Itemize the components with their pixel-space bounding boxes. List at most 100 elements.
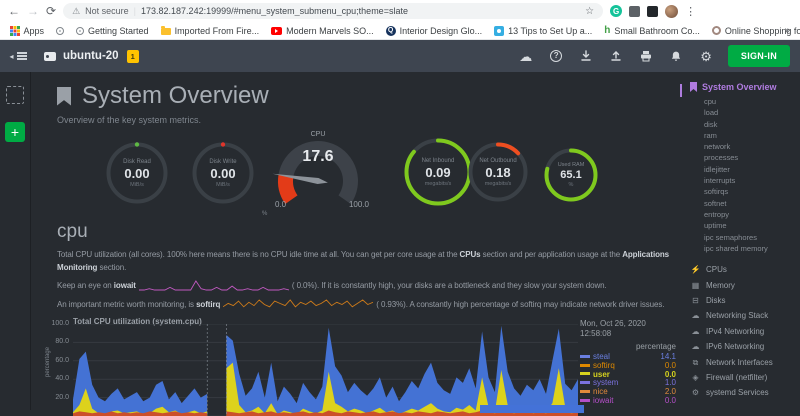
sidebar-item-network-interfaces[interactable]: ⧉Network Interfaces xyxy=(690,355,800,370)
legend-name: softirq xyxy=(593,361,615,370)
highlight-select-icon[interactable] xyxy=(6,86,24,104)
url-text: 173.82.187.242:19999/#menu_system_submen… xyxy=(141,6,408,16)
cpu-chart: Total CPU utilization (system.cpu) 100.0… xyxy=(31,317,680,413)
sidebar-item-networking-stack[interactable]: ☁Networking Stack xyxy=(690,308,800,323)
shield-icon: ◈ xyxy=(690,370,701,385)
bookmarks-overflow-icon[interactable]: » xyxy=(784,25,790,36)
back-icon[interactable]: ← xyxy=(8,5,20,17)
chart-bottom-bar[interactable] xyxy=(480,405,584,413)
reload-icon[interactable]: ⟳ xyxy=(46,5,56,17)
node-name[interactable]: ubuntu-20 xyxy=(63,50,119,62)
cloud-icon: ☁ xyxy=(690,339,701,354)
softirq-label: softirq xyxy=(196,300,220,309)
legend-swatch xyxy=(580,355,590,358)
forward-icon[interactable]: → xyxy=(27,5,39,17)
sidebar-item-firewall-netfilter-[interactable]: ◈Firewall (netfilter) xyxy=(690,370,800,385)
legend-value: 0.0 xyxy=(665,361,678,370)
gauge-disk-write[interactable]: Disk Write 0.00 MiB/s xyxy=(191,141,255,205)
sidebar-item-systemd-services[interactable]: ⚙systemd Services xyxy=(690,385,800,400)
iowait-value: 0.0% xyxy=(297,281,315,290)
chart-plot-area[interactable] xyxy=(73,324,578,416)
extension-pin-icon[interactable] xyxy=(647,6,658,17)
bookmark-item[interactable]: Modern Marvels SO... xyxy=(271,26,374,36)
bookmark-item[interactable]: hSmall Bathroom Co... xyxy=(604,26,700,36)
sidebar-submenu-entropy[interactable]: entropy xyxy=(704,209,800,220)
bookmark-item[interactable]: QInterior Design Glo... xyxy=(386,26,483,36)
sidebar-submenu-ipc-semaphores[interactable]: ipc semaphores xyxy=(704,232,800,243)
sidebar-submenu-softirqs[interactable]: softirqs xyxy=(704,186,800,197)
gauge-disk-read[interactable]: Disk Read 0.00 MiB/s xyxy=(105,141,169,205)
legend-row-user[interactable]: user0.0 xyxy=(580,370,678,379)
legend-swatch xyxy=(580,390,590,393)
export-icon[interactable] xyxy=(610,50,622,62)
cloud-icon[interactable]: ☁ xyxy=(519,50,532,63)
legend-swatch xyxy=(580,399,590,402)
alarm-badge[interactable]: 1 xyxy=(127,50,139,63)
text: section and per application usage at the xyxy=(481,250,623,259)
legend-row-steal[interactable]: steal14.1 xyxy=(580,352,678,361)
extension-grammarly-icon[interactable]: G xyxy=(610,5,622,17)
legend-row-iowait[interactable]: iowait0.0 xyxy=(580,396,678,405)
bookmark-item[interactable]: 13 Tips to Set Up a... xyxy=(494,26,592,36)
sidebar-submenu-cpu[interactable]: cpu xyxy=(704,96,800,107)
print-icon[interactable] xyxy=(640,50,652,62)
profile-avatar[interactable] xyxy=(665,5,678,18)
bookmark-item[interactable]: Apps xyxy=(10,26,44,36)
add-node-button[interactable]: + xyxy=(5,122,25,142)
bookmark-label: Apps xyxy=(24,26,45,36)
sidebar-item-system-overview[interactable]: System Overview xyxy=(690,82,800,92)
sidebar-submenu-idlejitter[interactable]: idlejitter xyxy=(704,164,800,175)
text: ). If it is constantly high, your disks … xyxy=(314,281,606,290)
right-sidebar: System Overview cpuloaddiskramnetworkpro… xyxy=(680,72,800,410)
gauge-net-outbound[interactable]: Net Outbound 0.18 megabits/s xyxy=(467,141,529,203)
sidebar-item-cpus[interactable]: ⚡CPUs xyxy=(690,262,800,277)
sidebar-item-label: systemd Services xyxy=(706,385,769,400)
iowait-sparkline[interactable] xyxy=(139,280,289,291)
sidebar-item-label: Network Interfaces xyxy=(706,355,773,370)
cpu-paragraph-3: An important metric worth monitoring, is… xyxy=(57,299,682,312)
sidebar-submenu-network[interactable]: network xyxy=(704,141,800,152)
sign-in-button[interactable]: SIGN-IN xyxy=(728,45,790,67)
sidebar-submenu-ipc-shared-memory[interactable]: ipc shared memory xyxy=(704,243,800,254)
legend-swatch xyxy=(580,381,590,384)
bookmark-item[interactable]: Getting Started xyxy=(76,26,149,36)
sidebar-submenu-disk[interactable]: disk xyxy=(704,119,800,130)
bookmark-item[interactable] xyxy=(56,27,64,35)
cpus-link[interactable]: CPUs xyxy=(460,250,481,259)
browser-menu-icon[interactable]: ⋮ xyxy=(685,5,696,18)
softirq-sparkline[interactable] xyxy=(223,299,373,310)
browser-toolbar: ← → ⟳ ⚠ Not secure | 173.82.187.242:1999… xyxy=(0,0,800,22)
sidebar-submenu-interrupts[interactable]: interrupts xyxy=(704,175,800,186)
address-bar[interactable]: ⚠ Not secure | 173.82.187.242:19999/#men… xyxy=(63,3,603,19)
legend-name: system xyxy=(593,378,618,387)
gauge-net-inbound[interactable]: Net Inbound 0.09 megabits/s xyxy=(403,137,473,207)
bookmark-item[interactable]: Imported From Fire... xyxy=(161,26,260,36)
legend-row-system[interactable]: system1.0 xyxy=(580,378,678,387)
legend-row-nice[interactable]: nice2.0 xyxy=(580,387,678,396)
gauge-cpu[interactable]: CPU 17.6 0.0 100.0 % xyxy=(259,131,377,213)
legend-row-softirq[interactable]: softirq 0.0 xyxy=(580,361,678,370)
sidebar-item-ipv4-networking[interactable]: ☁IPv4 Networking xyxy=(690,324,800,339)
legend-value: 2.0 xyxy=(665,387,678,396)
globe-icon xyxy=(56,27,64,35)
sidebar-item-ipv6-networking[interactable]: ☁IPv6 Networking xyxy=(690,339,800,354)
gear-icon[interactable]: ⚙ xyxy=(700,50,712,63)
gauge-used-ram[interactable]: Used RAM 65.1 % xyxy=(543,147,599,203)
legend-swatch xyxy=(580,364,590,367)
sidebar-item-disks[interactable]: ⊟Disks xyxy=(690,293,800,308)
sidebar-submenu-softnet[interactable]: softnet xyxy=(704,198,800,209)
sidebar-item-label: Disks xyxy=(706,293,726,308)
sidebar-submenu-ram[interactable]: ram xyxy=(704,130,800,141)
sidebar-toggle-icon[interactable]: ◂ xyxy=(0,52,36,61)
import-icon[interactable] xyxy=(580,50,592,62)
sidebar-item-memory[interactable]: ▦Memory xyxy=(690,278,800,293)
bell-icon[interactable] xyxy=(670,50,682,63)
sidebar-submenu-load[interactable]: load xyxy=(704,107,800,118)
y-tick-label: 100.0 xyxy=(31,320,69,327)
sidebar-submenu-processes[interactable]: processes xyxy=(704,152,800,163)
sidebar-submenu-uptime[interactable]: uptime xyxy=(704,220,800,231)
bookmark-star-icon[interactable]: ☆ xyxy=(585,6,594,17)
legend-rows: steal14.1softirq 0.0user0.0system1.0nice2… xyxy=(580,352,678,405)
help-icon[interactable]: ? xyxy=(550,50,562,62)
extension-icon[interactable] xyxy=(629,6,640,17)
